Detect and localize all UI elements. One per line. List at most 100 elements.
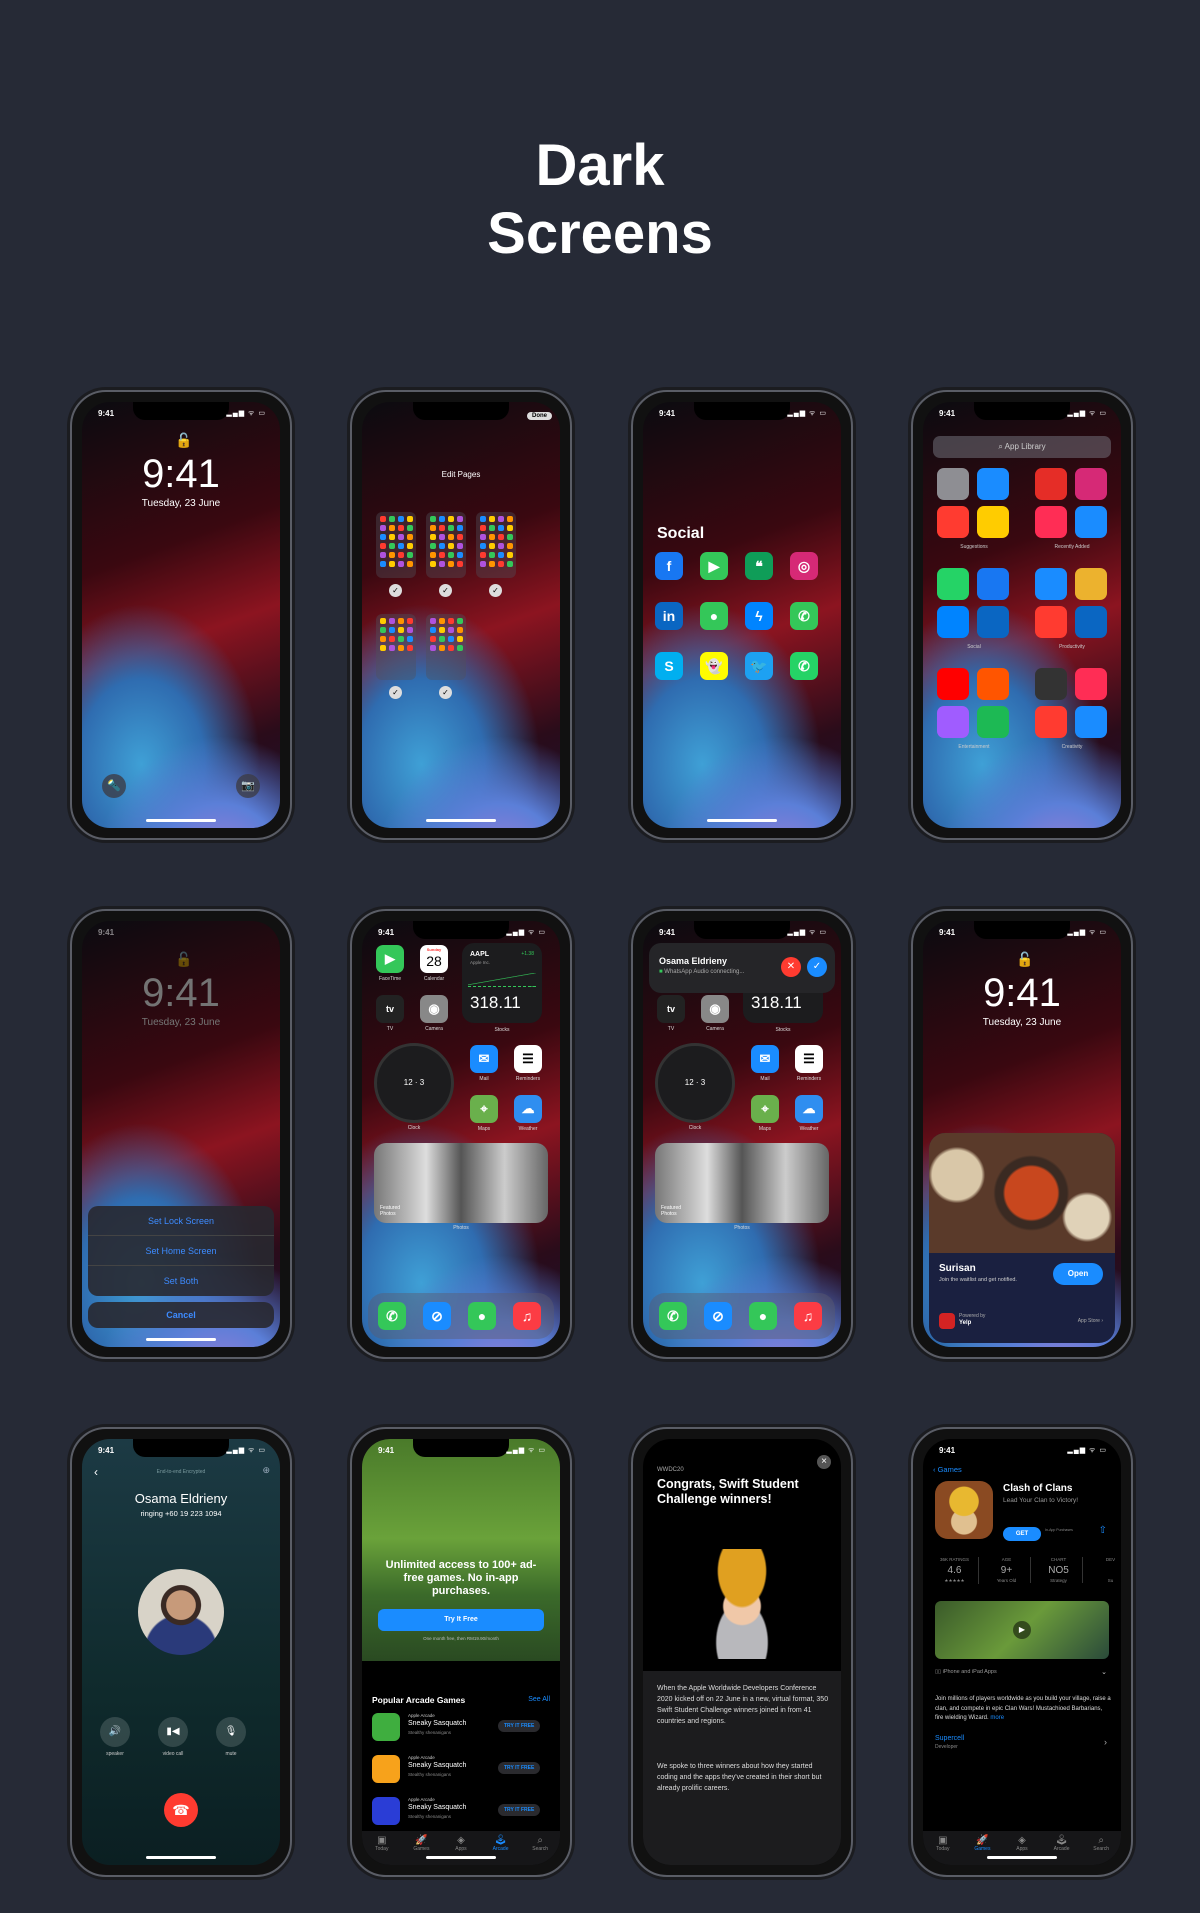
done-button[interactable]: Done: [527, 412, 552, 420]
app-icon[interactable]: [977, 606, 1009, 638]
page-thumbnail[interactable]: [426, 512, 466, 578]
app-library-folder[interactable]: [933, 466, 1015, 542]
app-icon[interactable]: [937, 706, 969, 738]
app-library-folder[interactable]: [933, 666, 1015, 742]
facebook-app-icon[interactable]: f: [655, 552, 683, 580]
maps-app-icon[interactable]: ⌖: [751, 1095, 779, 1123]
app-icon[interactable]: [1035, 668, 1067, 700]
mail-app-icon[interactable]: ✉: [751, 1045, 779, 1073]
app-icon[interactable]: [1075, 668, 1107, 700]
twitter-app-icon[interactable]: 🐦: [745, 652, 773, 680]
back-button[interactable]: ‹ Games: [933, 1465, 962, 1474]
app-icon[interactable]: [1075, 568, 1107, 600]
tab-today[interactable]: ▣ Today: [367, 1835, 397, 1865]
open-button[interactable]: Open: [1053, 1263, 1103, 1285]
safari-dock-icon[interactable]: ⊘: [704, 1302, 732, 1330]
screenshot-video[interactable]: ▶: [935, 1601, 1109, 1659]
app-library-folder[interactable]: [1031, 466, 1113, 542]
page-checkbox[interactable]: ✓: [489, 584, 502, 597]
music-dock-icon[interactable]: ♫: [513, 1302, 541, 1330]
tab-today[interactable]: ▣ Today: [928, 1835, 958, 1865]
set-both-option[interactable]: Set Both: [88, 1266, 274, 1296]
phone-dock-icon[interactable]: ✆: [378, 1302, 406, 1330]
app-library-search[interactable]: ⌕ App Library: [933, 436, 1111, 458]
calendar-app-icon[interactable]: Sunday28: [420, 945, 448, 973]
tab-search[interactable]: ⌕ Search: [525, 1835, 555, 1865]
app-clip-card[interactable]: Surisan Join the waitlist and get notifi…: [929, 1133, 1115, 1343]
decline-button[interactable]: ✕: [781, 957, 801, 977]
share-icon[interactable]: ⇧: [1099, 1525, 1107, 1536]
app-icon[interactable]: [1075, 468, 1107, 500]
app-icon[interactable]: [1035, 706, 1067, 738]
tab-apps[interactable]: ◈ Apps: [1007, 1835, 1037, 1865]
phone-dock-icon[interactable]: ✆: [659, 1302, 687, 1330]
accept-button[interactable]: ✓: [807, 957, 827, 977]
app-library-folder[interactable]: [1031, 666, 1113, 742]
app-icon[interactable]: [937, 506, 969, 538]
weather-app-icon[interactable]: ☁: [795, 1095, 823, 1123]
app-icon[interactable]: [937, 568, 969, 600]
app-icon[interactable]: [937, 668, 969, 700]
reminders-app-icon[interactable]: ☰: [514, 1045, 542, 1073]
more-link[interactable]: more: [990, 1715, 1004, 1721]
app-icon[interactable]: [977, 668, 1009, 700]
page-thumbnail[interactable]: [376, 614, 416, 680]
try-it-free-button[interactable]: TRY IT FREE: [498, 1762, 541, 1774]
video-call-button[interactable]: ▮◀: [158, 1717, 188, 1747]
messages-dock-icon[interactable]: ●: [749, 1302, 777, 1330]
page-checkbox[interactable]: ✓: [389, 584, 402, 597]
app-icon[interactable]: [977, 706, 1009, 738]
page-checkbox[interactable]: ✓: [389, 686, 402, 699]
chevron-down-icon[interactable]: ⌄: [1101, 1668, 1107, 1676]
game-row[interactable]: Apple Arcade Sneaky Sasquatch Stealthy she…: [372, 1795, 560, 1829]
tab-arcade[interactable]: 🕹 Arcade: [1047, 1835, 1077, 1865]
app-store-link[interactable]: App Store ›: [1078, 1318, 1103, 1324]
snapchat-app-icon[interactable]: 👻: [700, 652, 728, 680]
safari-dock-icon[interactable]: ⊘: [423, 1302, 451, 1330]
page-thumbnail[interactable]: [376, 512, 416, 578]
app-icon[interactable]: [1075, 506, 1107, 538]
stocks-widget[interactable]: AAPL Apple Inc. +1.38 318.11: [462, 943, 542, 1023]
tab-arcade[interactable]: 🕹 Arcade: [486, 1835, 516, 1865]
tv-app-icon[interactable]: tv: [376, 995, 404, 1023]
camera-app-icon[interactable]: ◉: [701, 995, 729, 1023]
messages-app-icon[interactable]: ●: [700, 602, 728, 630]
end-call-button[interactable]: ☎: [164, 1793, 198, 1827]
app-icon[interactable]: [977, 468, 1009, 500]
photos-widget[interactable]: Featured Photos: [655, 1143, 829, 1223]
instagram-app-icon[interactable]: ◎: [790, 552, 818, 580]
try-it-free-button[interactable]: TRY IT FREE: [498, 1720, 541, 1732]
page-thumbnail[interactable]: [426, 614, 466, 680]
messenger-app-icon[interactable]: ϟ: [745, 602, 773, 630]
set-lock-screen-option[interactable]: Set Lock Screen: [88, 1206, 274, 1236]
app-icon[interactable]: [977, 568, 1009, 600]
tab-apps[interactable]: ◈ Apps: [446, 1835, 476, 1865]
reminders-app-icon[interactable]: ☰: [795, 1045, 823, 1073]
set-home-screen-option[interactable]: Set Home Screen: [88, 1236, 274, 1266]
close-button[interactable]: ×: [817, 1455, 831, 1469]
phone-app-icon[interactable]: ✆: [790, 602, 818, 630]
app-icon[interactable]: [1035, 606, 1067, 638]
get-button[interactable]: GET: [1003, 1527, 1041, 1541]
app-icon[interactable]: [1075, 706, 1107, 738]
page-checkbox[interactable]: ✓: [439, 686, 452, 699]
app-icon[interactable]: [1035, 506, 1067, 538]
app-icon[interactable]: [1035, 568, 1067, 600]
app-library-folder[interactable]: [933, 566, 1015, 642]
facetime-app-icon[interactable]: ▶: [700, 552, 728, 580]
try-it-free-button[interactable]: Try It Free: [378, 1609, 544, 1631]
incoming-call-banner[interactable]: Osama Eldrieny ■ WhatsApp Audio connecti…: [649, 943, 835, 993]
app-icon[interactable]: [977, 506, 1009, 538]
clock-widget[interactable]: 12 · 3: [655, 1043, 735, 1123]
mail-app-icon[interactable]: ✉: [470, 1045, 498, 1073]
tab-games[interactable]: 🚀 Games: [967, 1835, 997, 1865]
page-checkbox[interactable]: ✓: [439, 584, 452, 597]
skype-app-icon[interactable]: S: [655, 652, 683, 680]
developer-link[interactable]: Supercell: [935, 1735, 964, 1742]
camera-app-icon[interactable]: ◉: [420, 995, 448, 1023]
tab-games[interactable]: 🚀 Games: [406, 1835, 436, 1865]
hangouts-app-icon[interactable]: ❝: [745, 552, 773, 580]
try-it-free-button[interactable]: TRY IT FREE: [498, 1804, 541, 1816]
app-icon[interactable]: [1035, 468, 1067, 500]
tv-app-icon[interactable]: tv: [657, 995, 685, 1023]
